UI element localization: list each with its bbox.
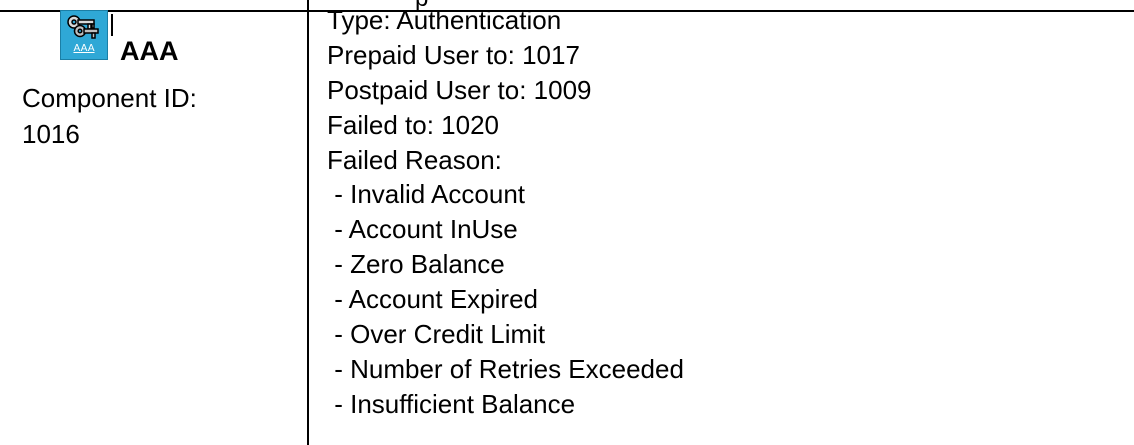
reason-item: - Account Expired: [327, 284, 538, 315]
column-divider: [307, 0, 309, 445]
reason-item: - Insufficient Balance: [327, 388, 576, 419]
prepaid-line: Prepaid User to: 1017: [327, 39, 580, 70]
icon-caption: AAA: [73, 43, 95, 54]
reason-item: - Zero Balance: [327, 249, 505, 280]
component-id-label: Component ID:: [22, 83, 197, 113]
reason-item: - Invalid Account: [327, 179, 525, 210]
component-id-value: 1016: [22, 119, 80, 149]
component-cell: AAA AAA Component ID: 1016: [0, 0, 306, 445]
component-name: AAA: [120, 36, 179, 66]
keys-icon: AAA: [60, 10, 108, 60]
component-id: Component ID: 1016: [22, 80, 292, 152]
reason-item: - Account InUse: [327, 214, 518, 245]
reason-item: - Number of Retries Exceeded: [327, 353, 684, 384]
icon-separator: [111, 14, 113, 36]
failed-line: Failed to: 1020: [327, 109, 500, 140]
postpaid-line: Postpaid User to: 1009: [327, 74, 592, 105]
type-line: Type: Authentication: [327, 5, 562, 35]
failed-reason-header: Failed Reason:: [327, 144, 502, 175]
component-details: Type: Authentication Prepaid User to: 10…: [327, 3, 1127, 422]
reason-item: - Over Credit Limit: [327, 319, 546, 350]
